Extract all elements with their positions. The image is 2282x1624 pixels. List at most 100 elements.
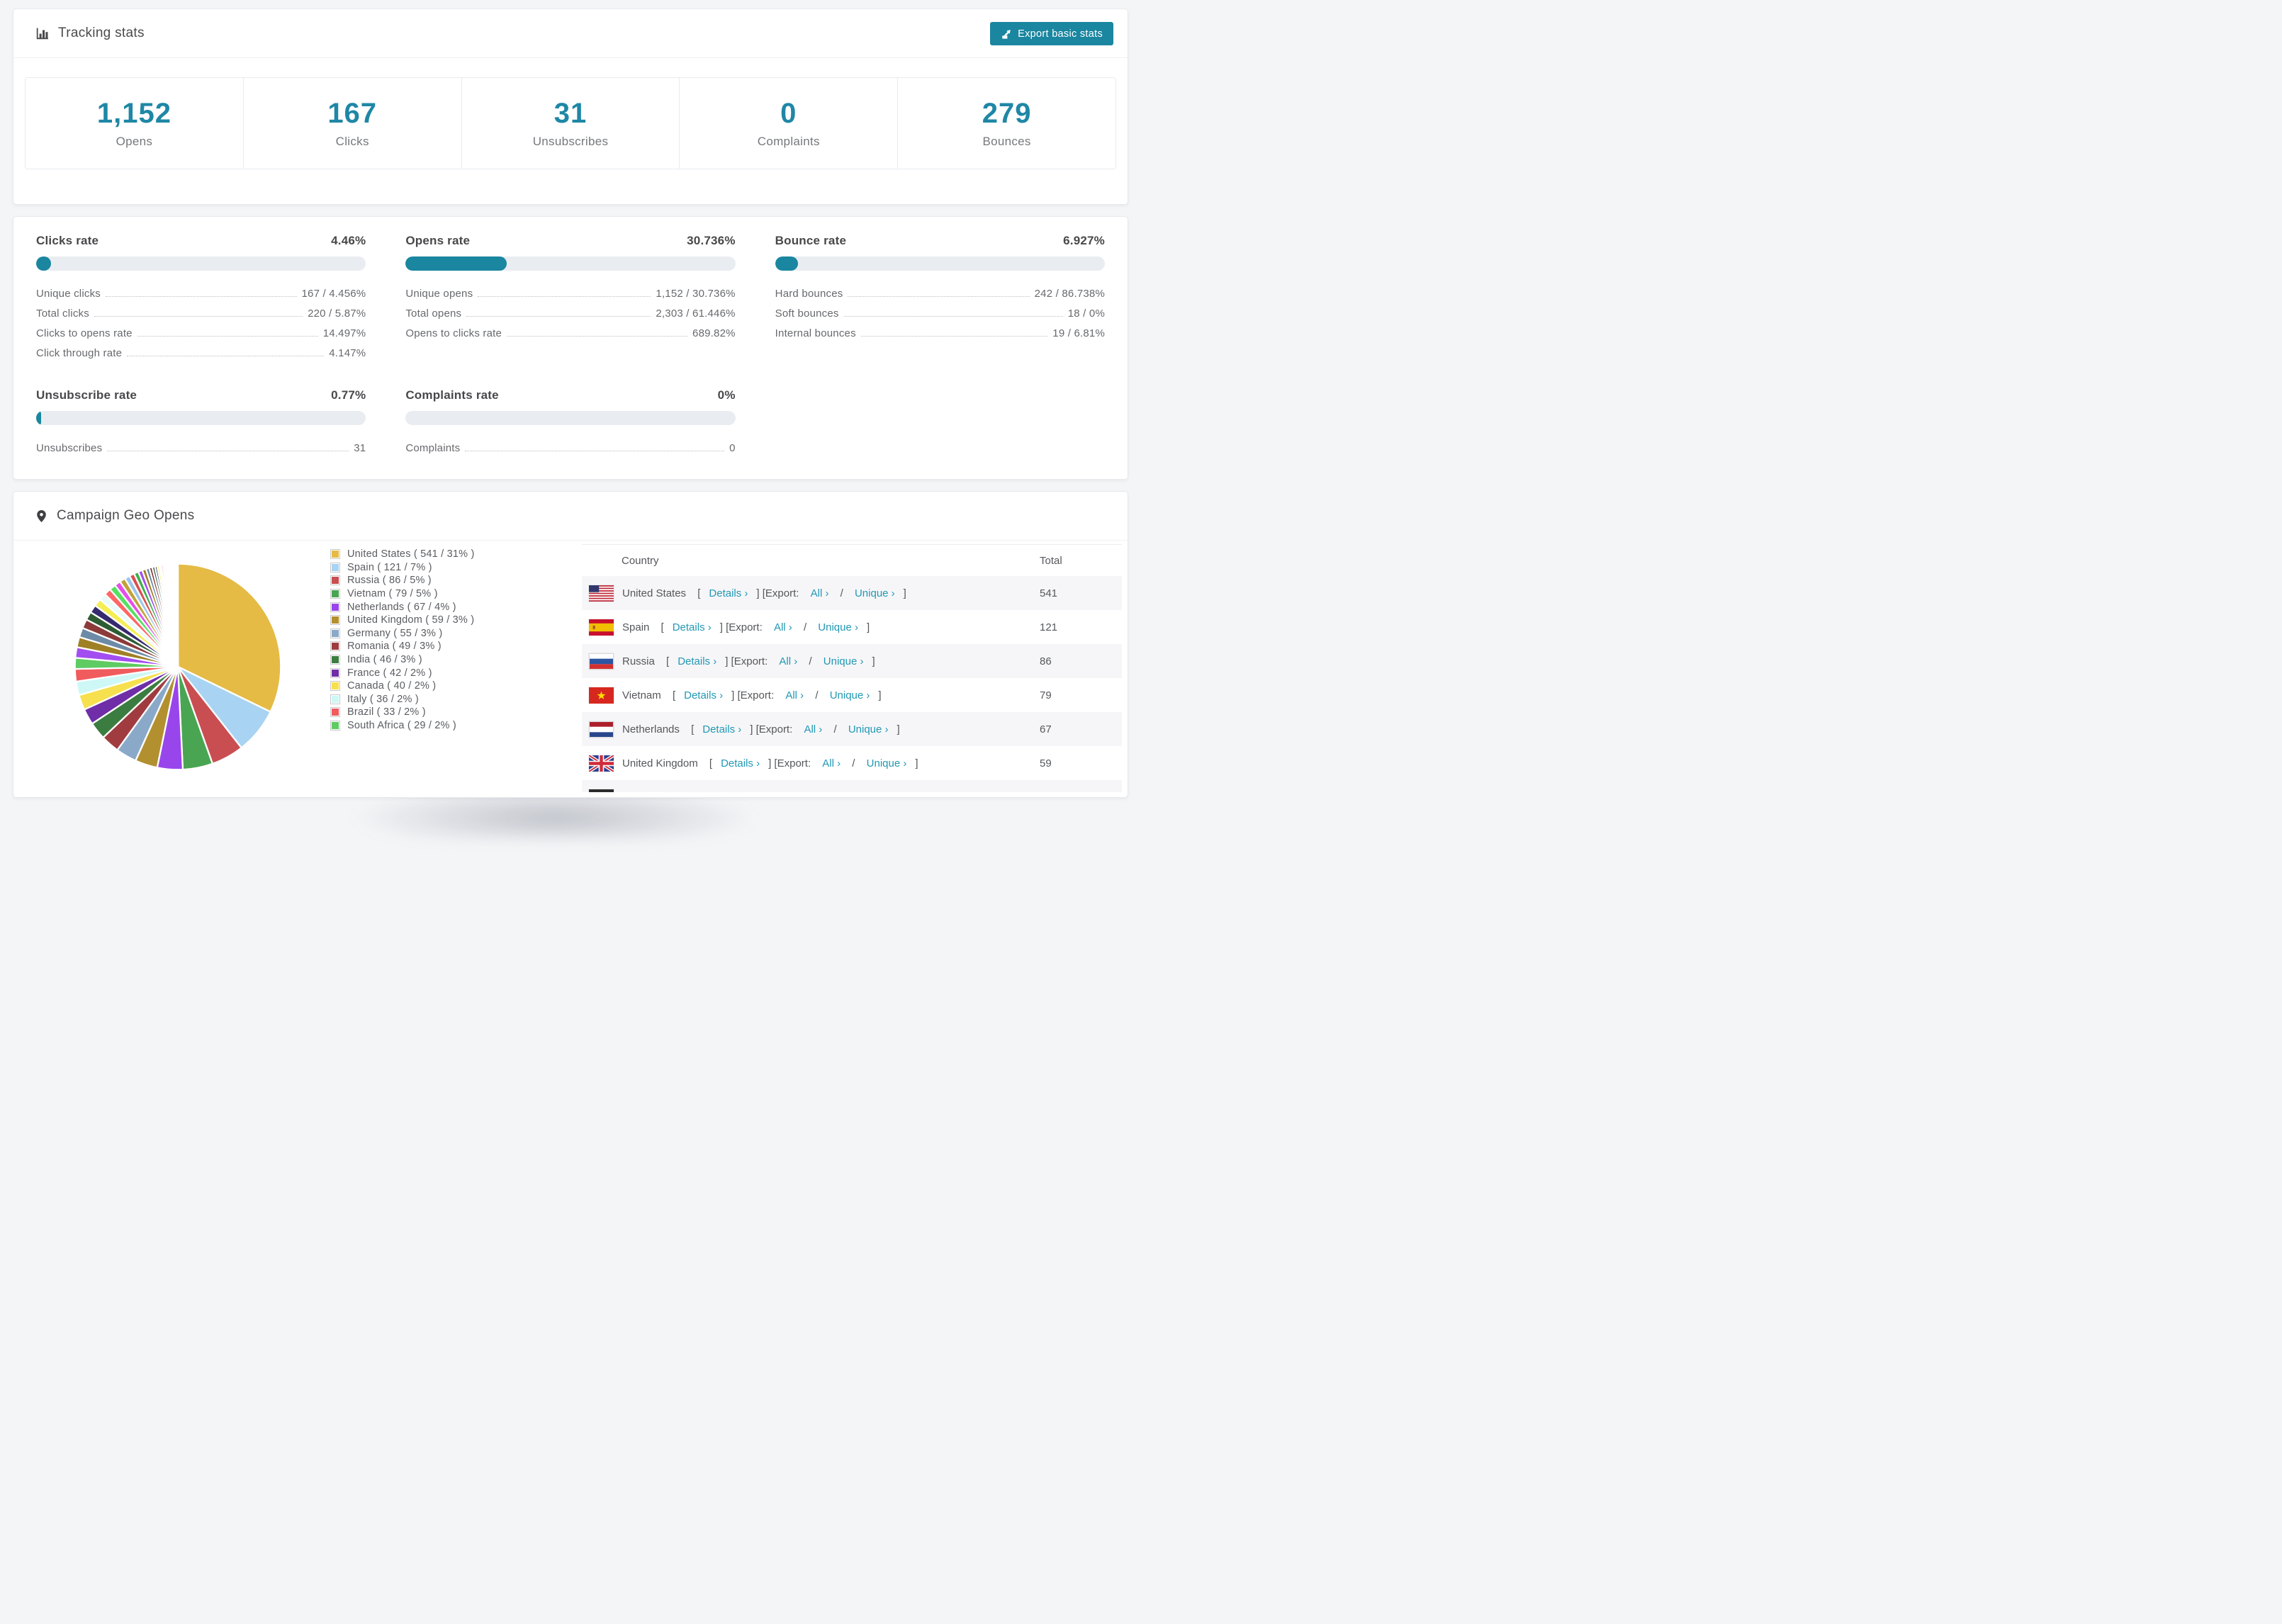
campaign-geo-opens-header: Campaign Geo Opens [13,492,1128,541]
rate-row-label: Clicks to opens rate [36,327,133,339]
slash: / [837,587,846,599]
bracket: ] [Export: [756,587,802,599]
flag-es-icon [589,619,614,636]
rate-block-header: Bounce rate 6.927% [775,234,1105,248]
details-link[interactable]: Details › [689,791,728,793]
rate-row-label: Complaints [405,442,461,454]
legend-label: Canada ( 40 / 2% ) [347,680,437,692]
legend-swatch [330,655,340,665]
total-cell: 541 [1040,587,1058,599]
legend-item-vietnam: Vietnam ( 79 / 5% ) [330,587,475,601]
legend-item-netherlands: Netherlands ( 67 / 4% ) [330,600,475,614]
table-row-gb: United Kingdom [Details ›] [Export: All … [582,746,1122,780]
rate-row-value: 167 / 4.456% [301,288,366,300]
export-unique-link[interactable]: Unique › [818,621,858,633]
export-unique-link[interactable]: Unique › [848,723,889,735]
export-all-link[interactable]: All › [822,757,841,769]
geo-opens-pie-chart[interactable] [69,558,287,776]
slash: / [800,621,810,633]
rate-row-value: 19 / 6.81% [1052,327,1105,339]
export-unique-link[interactable]: Unique › [867,757,907,769]
rate-progress-bar [775,256,1105,271]
rate-row-label: Unique clicks [36,288,101,300]
country-cell: Spain [Details ›] [Export: All › / Uniqu… [589,610,870,644]
export-unique-link[interactable]: Unique › [824,655,864,667]
details-link[interactable]: Details › [702,723,741,735]
dotted-leader [466,316,651,317]
export-unique-link[interactable]: Unique › [835,791,875,793]
details-link[interactable]: Details › [678,655,716,667]
stat-tile-bounces: 279 Bounces [897,78,1115,169]
rate-rows: Unsubscribes 31 [36,435,366,455]
flag-nl-icon [589,721,614,738]
export-unique-link[interactable]: Unique › [830,689,870,701]
dotted-leader [848,296,1030,297]
dotted-leader [860,336,1048,337]
details-link[interactable]: Details › [709,587,748,599]
stat-value: 1,152 [96,98,172,129]
legend-item-germany: Germany ( 55 / 3% ) [330,627,475,641]
rate-row: Click through rate 4.147% [36,340,366,360]
legend-item-romania: Romania ( 49 / 3% ) [330,640,475,653]
total-cell: 55 [1040,780,1052,793]
rate-value: 0.77% [331,388,366,402]
legend-label: Germany ( 55 / 3% ) [347,627,443,639]
legend-label: South Africa ( 29 / 2% ) [347,720,456,732]
details-link[interactable]: Details › [684,689,723,701]
total-cell: 67 [1040,723,1052,735]
export-basic-stats-button[interactable]: Export basic stats [990,22,1113,45]
rate-row: Total clicks 220 / 5.87% [36,300,366,320]
rate-progress-bar [405,411,736,425]
rate-row-label: Opens to clicks rate [405,327,502,339]
bracket: ] [878,689,882,701]
export-all-link[interactable]: All › [804,723,822,735]
export-unique-link[interactable]: Unique › [855,587,895,599]
map-pin-icon [35,509,48,524]
rate-progress-fill [36,256,51,271]
table-row-nl: Netherlands [Details ›] [Export: All › /… [582,712,1122,746]
flag-vn-icon [589,687,614,704]
country-name: Netherlands [622,723,683,735]
rate-title: Clicks rate [36,234,99,247]
legend-item-united-states: United States ( 541 / 31% ) [330,548,475,561]
legend-label: India ( 46 / 3% ) [347,654,422,666]
rate-progress-fill [36,411,41,425]
legend-swatch [330,549,340,560]
rate-row-label: Click through rate [36,347,123,359]
export-all-link[interactable]: All › [785,689,804,701]
legend-swatch [330,589,340,599]
rate-row-value: 220 / 5.87% [308,308,366,320]
rate-title: Complaints rate [405,388,499,402]
column-header-total: Total [1040,554,1062,567]
export-all-link[interactable]: All › [774,621,792,633]
rate-row-value: 31 [354,442,366,454]
bracket: ] [Export: [736,791,782,793]
export-all-link[interactable]: All › [790,791,809,793]
rate-row-value: 4.147% [329,347,366,359]
details-link[interactable]: Details › [721,757,760,769]
rate-progress-fill [405,256,507,271]
dotted-leader [137,336,318,337]
export-all-link[interactable]: All › [811,587,829,599]
rate-rows: Unique clicks 167 / 4.456% Total clicks 220… [36,281,366,360]
bracket: ] [915,757,918,769]
country-cell: United States [Details ›] [Export: All ›… [589,576,906,610]
country-cell: Vietnam [Details ›] [Export: All › / Uni… [589,678,882,712]
rate-block-clicks-rate: Clicks rate 4.46% Unique clicks 167 / 4.456… [36,234,366,360]
rate-block-opens-rate: Opens rate 30.736% Unique opens 1,152 / 30.… [405,234,736,360]
bracket: [ [678,791,680,793]
slash: / [806,655,815,667]
rate-row: Unique opens 1,152 / 30.736% [405,281,735,300]
slash: / [812,689,821,701]
legend-item-south-africa: South Africa ( 29 / 2% ) [330,719,475,733]
rate-row-value: 18 / 0% [1067,308,1105,320]
legend-item-italy: Italy ( 36 / 2% ) [330,693,475,706]
rate-row-value: 14.497% [322,327,366,339]
bracket: [ [666,655,670,667]
export-basic-stats-label: Export basic stats [1018,28,1103,40]
details-link[interactable]: Details › [673,621,712,633]
column-header-country: Country [622,554,659,567]
total-cell: 121 [1040,621,1058,633]
legend-swatch [330,694,340,704]
export-all-link[interactable]: All › [779,655,797,667]
